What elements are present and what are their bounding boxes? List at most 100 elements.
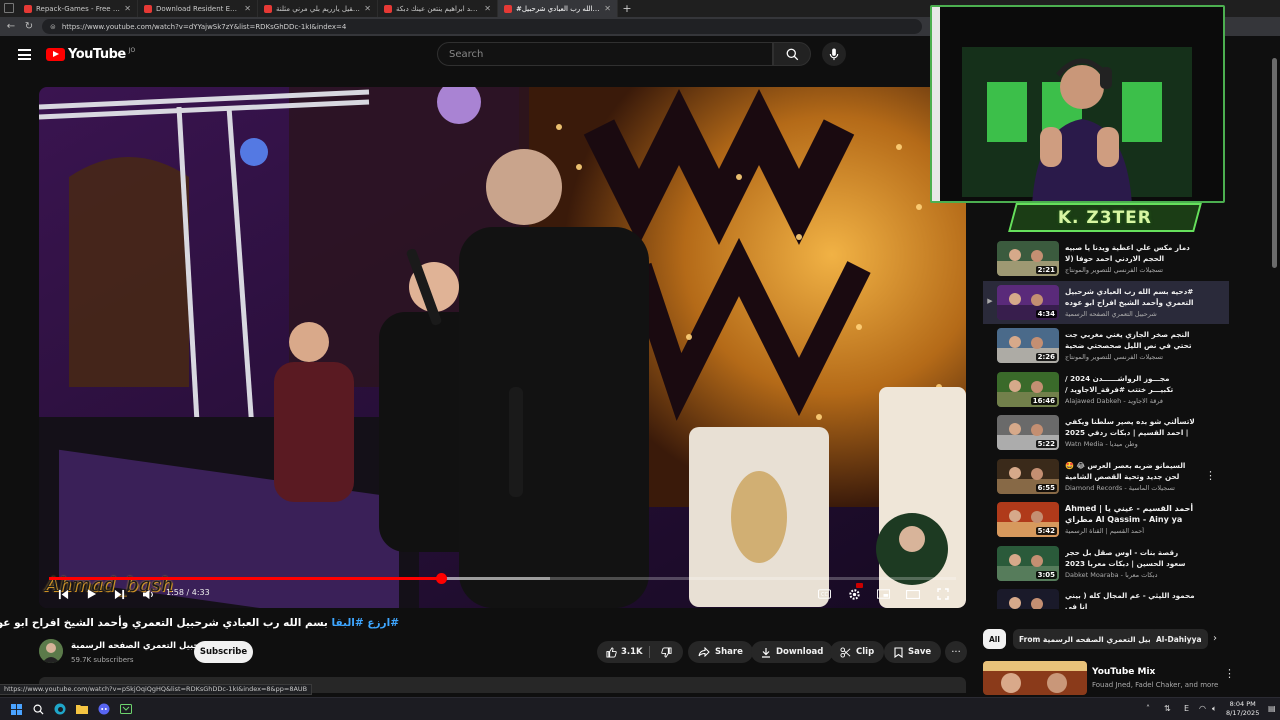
clip-button[interactable]: Clip (830, 641, 885, 663)
voice-search-button[interactable] (822, 42, 846, 66)
mix-title: YouTube Mix (1092, 667, 1156, 677)
channel-avatar[interactable] (39, 639, 63, 663)
browser-tab[interactable]: Download Resident Evil Village Tr ✕ (138, 0, 258, 17)
playlist-item-title: #دحيه بسم الله رب العبادي شرحبيل التعمري… (1065, 286, 1194, 307)
volume-button[interactable] (139, 585, 157, 603)
playlist-item[interactable]: 6:55 السيمانو ضربه بعصر العرس 😂 🤩 لحن جدي… (983, 455, 1229, 498)
youtube-logo[interactable]: YouTube JO (46, 47, 135, 62)
miniplayer-button[interactable] (875, 585, 891, 603)
playlist-thumbnail[interactable]: 6:55 (997, 458, 1059, 494)
theater-mode-button[interactable] (905, 585, 921, 603)
windows-start-button[interactable] (9, 702, 23, 716)
playlist-thumbnail[interactable]: 4:34 (997, 284, 1059, 320)
playlist-item[interactable]: 5:22 لاتسألني شو بده يصير سلطنا ويكفي | ا… (983, 411, 1229, 454)
playlist-thumbnail[interactable]: 5:22 (997, 415, 1059, 450)
playlist-item[interactable]: 5:42 Ahmed | أحمد القسيم - عيني يا مطراي … (983, 498, 1229, 541)
dislike-button[interactable] (651, 641, 681, 663)
play-pause-button[interactable] (83, 585, 99, 603)
tab-close-icon[interactable]: ✕ (484, 4, 491, 13)
like-button[interactable]: 3.1K (597, 641, 649, 663)
system-clock[interactable]: 8:04 PM 8/17/2025 (1226, 700, 1259, 718)
page-scrollbar[interactable] (1271, 36, 1278, 676)
channel-name[interactable]: شرحبيل التعمري الصفحه الرسمية (71, 641, 213, 651)
playlist-item[interactable]: 2:26 النجم صخر الجازي يغني مغربي جت تحتي … (983, 324, 1229, 367)
search-input[interactable]: Search (437, 42, 773, 66)
tab-close-icon[interactable]: ✕ (604, 4, 611, 13)
browser-tab[interactable]: #دحيه بسم الله رب العبادي شرحبيل ✕ (498, 0, 618, 17)
tab-close-icon[interactable]: ✕ (364, 4, 371, 13)
playlist-item[interactable]: 3:05 رقصة بنات - اوس صقل بل حجر سعود الحس… (983, 542, 1229, 585)
back-icon[interactable]: ← (6, 21, 16, 32)
title-hashtag[interactable]: #البقا (332, 617, 364, 629)
filter-chip[interactable]: Al-Dahiyya (1150, 629, 1208, 649)
download-button[interactable]: Download (751, 641, 834, 663)
tab-strip: Repack-Games - Free Download✕Download Re… (18, 0, 618, 17)
playlist-item[interactable]: ▶ 4:34 #دحيه بسم الله رب العبادي شرحبيل ال… (983, 280, 1229, 324)
playlist-thumbnail[interactable]: 5:42 (997, 502, 1059, 537)
item-menu-button[interactable]: ⋮ (1205, 469, 1216, 482)
app-button[interactable] (119, 702, 133, 716)
reload-icon[interactable]: ↻ (24, 21, 34, 32)
subscribe-button[interactable]: Subscribe (194, 641, 253, 663)
discord-button[interactable] (97, 702, 111, 716)
edge-browser-button[interactable] (53, 702, 67, 716)
playlist-item-title: النجم صخر الجازي يغني مغربي جت تحتي في ن… (1065, 330, 1192, 350)
speaker-icon[interactable]: 🔈︎ (1212, 704, 1217, 714)
playlist-item[interactable]: 16:46 مجـــوز الرواشــــــدن 2024 / تكبيـ… (983, 368, 1229, 411)
playlist-thumbnail[interactable]: 16:46 (997, 371, 1059, 407)
save-button[interactable]: Save (884, 641, 942, 663)
mix-menu-button[interactable]: ⋮ (1224, 667, 1235, 680)
taskbar-search-button[interactable] (31, 702, 45, 716)
youtube-play-logo-icon (46, 48, 65, 61)
video-player[interactable]: Ahmad_bash 1:58 / 4:33 CC (39, 87, 966, 608)
mix-thumbnail[interactable] (983, 661, 1087, 695)
svg-text:CC: CC (820, 592, 828, 598)
next-button[interactable] (111, 585, 127, 603)
avatar-image (39, 639, 63, 663)
playlist-thumbnail[interactable]: 2:26 (997, 328, 1059, 363)
playlist-item[interactable]: محمود الليثي - عم المجال كله ( بيني انا … (983, 585, 1229, 609)
notifications-icon[interactable]: ▤ (1268, 704, 1276, 713)
filter-chip[interactable]: All (983, 629, 1006, 649)
youtube-mix-item[interactable]: YouTube Mix Fouad Jned, Fadel Chaker, an… (983, 661, 1235, 695)
fullscreen-button[interactable] (935, 585, 951, 603)
window-menu-button[interactable] (0, 0, 18, 17)
browser-tab[interactable]: الفنان أحمد ابراهيم ينتعن عينك دبكة✕ (378, 0, 498, 17)
new-tab-button[interactable]: + (618, 2, 636, 15)
title-hashtag[interactable]: #ارزع (367, 617, 399, 629)
playlist-item[interactable]: 2:21 دمار مكس علي اعطية ويدنا يا صبيه الح… (983, 237, 1229, 280)
site-info-icon[interactable]: ⊜ (50, 23, 56, 31)
wifi-icon[interactable]: ◠ (1199, 704, 1206, 713)
tab-favicon-icon (144, 4, 152, 13)
playlist-thumbnail[interactable]: 2:21 (997, 241, 1059, 276)
settings-button[interactable] (845, 583, 863, 603)
chevron-right-icon[interactable]: › (1213, 633, 1217, 644)
playlist-thumbnail[interactable]: 3:05 (997, 545, 1059, 581)
browser-tab[interactable]: Repack-Games - Free Download ✕ (18, 0, 138, 17)
more-actions-button[interactable]: ··· (945, 641, 967, 663)
gear-icon (848, 588, 860, 600)
file-explorer-button[interactable] (75, 702, 89, 716)
duration-badge: 4:34 (1035, 309, 1057, 318)
taskbar-search-icon (33, 704, 44, 715)
search-button[interactable] (773, 42, 811, 66)
input-language[interactable]: E (1184, 704, 1189, 713)
browser-tab[interactable]: دراري لقيل يارريم بلي مرني مثلنة ✕ (258, 0, 378, 17)
share-button[interactable]: Share (688, 641, 753, 663)
playlist-thumbnail[interactable] (997, 589, 1059, 609)
logo-region: JO (128, 47, 136, 54)
scrollbar-thumb[interactable] (1272, 58, 1277, 268)
tab-favicon-icon (24, 4, 32, 13)
tray-overflow-icon[interactable]: ˄ (1146, 704, 1150, 713)
tab-close-icon[interactable]: ✕ (124, 4, 131, 13)
menu-icon[interactable] (18, 49, 31, 60)
duration-badge: 3:05 (1035, 570, 1057, 579)
previous-button[interactable] (55, 585, 71, 603)
tab-close-icon[interactable]: ✕ (244, 4, 251, 13)
url-field[interactable]: ⊜ https://www.youtube.com/watch?v=dYYajw… (42, 19, 922, 34)
fullscreen-icon (937, 588, 949, 600)
subtitles-button[interactable]: CC (816, 585, 832, 603)
url-text: https://www.youtube.com/watch?v=dYYajwSk… (61, 22, 347, 31)
network-icon[interactable]: ⇅ (1164, 704, 1171, 713)
progress-bar[interactable] (49, 573, 956, 584)
